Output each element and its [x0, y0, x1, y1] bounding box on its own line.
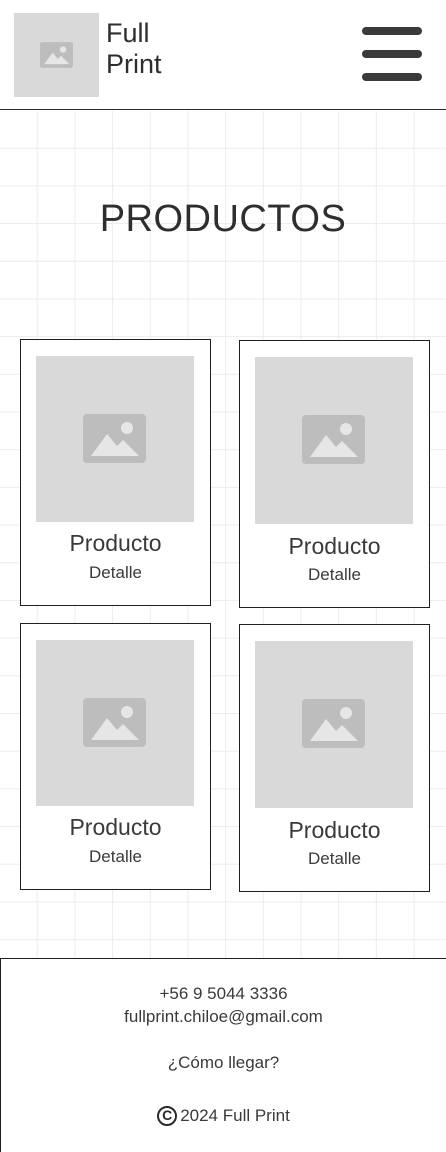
image-placeholder-icon [83, 698, 146, 747]
product-name: Producto [69, 530, 162, 556]
product-detail: Detalle [89, 563, 142, 582]
logo[interactable] [14, 13, 99, 97]
products-section: PRODUCTOS Producto Detalle Producto Deta… [0, 111, 446, 959]
product-name: Producto [69, 814, 162, 840]
product-card[interactable]: Producto Detalle [20, 623, 211, 890]
page-title: PRODUCTOS [99, 198, 347, 240]
brand-line-1: Full [106, 18, 150, 48]
contact-phone[interactable]: +56 9 5044 3336 [1, 984, 446, 1004]
product-image [255, 357, 413, 524]
image-placeholder-icon [83, 414, 146, 463]
product-card[interactable]: Producto Detalle [20, 339, 211, 606]
product-card[interactable]: Producto Detalle [239, 340, 430, 608]
site-footer: +56 9 5044 3336 fullprint.chiloe@gmail.c… [0, 958, 446, 1152]
product-detail: Detalle [89, 847, 142, 866]
contact-email[interactable]: fullprint.chiloe@gmail.com [1, 1007, 446, 1027]
product-name: Producto [288, 533, 381, 559]
copyright-text: 2024 Full Print [180, 1106, 290, 1125]
image-placeholder-icon [302, 699, 365, 748]
product-name: Producto [288, 817, 381, 843]
product-detail: Detalle [308, 849, 361, 868]
site-header: Full Print [0, 0, 446, 110]
copyright: C 2024 Full Print [1, 1106, 446, 1126]
product-card[interactable]: Producto Detalle [239, 624, 430, 892]
product-image [255, 641, 413, 808]
copyright-icon: C [157, 1106, 178, 1126]
brand-name[interactable]: Full Print [106, 18, 162, 80]
directions-link[interactable]: ¿Cómo llegar? [1, 1053, 446, 1073]
image-placeholder-icon [302, 415, 365, 464]
product-detail: Detalle [308, 565, 361, 584]
brand-line-2: Print [106, 49, 162, 79]
image-placeholder-icon [40, 42, 73, 68]
product-image [36, 640, 194, 806]
product-image [36, 356, 194, 522]
hamburger-menu-icon[interactable] [362, 27, 422, 83]
